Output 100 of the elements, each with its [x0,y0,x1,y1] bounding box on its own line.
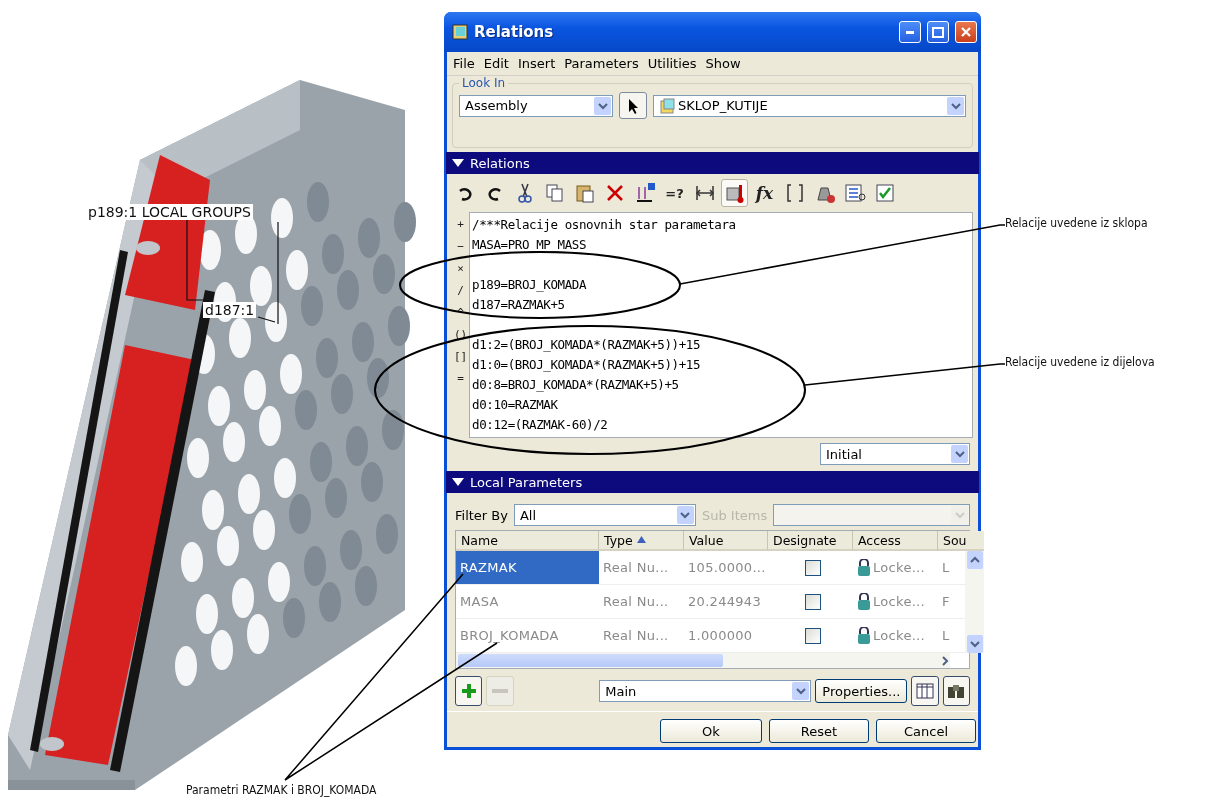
operator-button[interactable]: ^ [457,304,464,321]
menu-item[interactable]: Parameters [564,56,639,71]
close-icon [960,26,972,38]
column-header[interactable]: Name [456,531,599,551]
code-line: d1:2=(BROJ_KOMADA*(RAZMAK+5))+15 [472,336,701,354]
section-title: Relations [470,155,530,171]
access-text: Locke... [873,594,925,609]
chevron-icon [969,556,980,564]
properties-button[interactable]: Properties... [815,679,908,703]
dimension-label: p189:1 LOCAL GROUPS [86,204,253,220]
chevron-icon [680,511,691,519]
code-line: d187=RAZMAK+5 [472,296,565,314]
lock-icon [857,593,871,610]
column-header[interactable]: Type [599,531,684,551]
section-title: Local Parameters [470,474,583,490]
relations-editor[interactable] [469,212,973,438]
operator-button[interactable]: = [457,370,464,387]
filter-dropdown[interactable]: All [513,504,696,526]
plus-icon [460,683,477,699]
add-button[interactable] [455,676,483,706]
maximize-icon [932,26,944,38]
access-text: Locke... [873,628,925,643]
operator-button[interactable]: + [457,216,464,233]
sort-ascending-icon [636,536,646,544]
chevron-icon [941,655,949,666]
chevron-icon [950,101,961,110]
column-header[interactable]: Access [853,531,938,551]
menu-item[interactable]: Edit [483,56,509,71]
code-line: MASA=PRO_MP_MASS [472,236,586,254]
annotation-text: Parametri RAZMAK i BROJ_KOMADA [186,783,377,797]
horizontal-scrollbar[interactable] [456,653,950,668]
table-cell[interactable]: RAZMAK [456,551,599,585]
operator-button[interactable]: [] [453,348,468,365]
code-line: p189=BROJ_KOMADA [472,276,586,294]
access-text: Locke... [873,560,925,575]
section-header[interactable]: Local Parameters [446,471,979,493]
window-title: Relations [474,23,555,41]
copy-icon [543,182,566,204]
menu-item[interactable]: File [453,56,475,71]
dialog-button[interactable]: Ok [660,719,762,743]
column-header[interactable]: Designate [768,531,853,551]
cursor-arrow-icon [627,97,639,114]
close-button[interactable] [955,21,977,43]
collapse-triangle-icon[interactable] [452,159,464,167]
menu-item[interactable]: Utilities [647,56,697,71]
column-header[interactable]: Sou [938,531,984,551]
chevron-icon [954,450,965,458]
designate-checkbox[interactable] [804,559,821,576]
section-header[interactable]: Relations [446,152,979,174]
minus-icon [491,689,508,693]
toolbar-button[interactable]: fx [751,179,778,207]
clipboard-icon [573,182,596,204]
mode-dropdown[interactable]: Initial [820,443,970,465]
operator-button[interactable]: − [457,238,464,255]
code-line: d0:8=BROJ_KOMADA*(RAZMAK+5)+5 [472,376,679,394]
group-label: Look In [461,76,507,90]
dialog-button[interactable]: Cancel [876,719,976,743]
sub-items-dropdown[interactable] [773,504,970,526]
dimension-label: d187:1 [203,302,257,318]
code-line: d0:10=RAZMAK [472,396,558,414]
vertical-scrollbar[interactable] [965,551,984,653]
set-dropdown[interactable]: Main [599,680,812,702]
binoculars-icon [947,683,966,699]
operator-button[interactable]: / [457,282,464,299]
type-dropdown[interactable]: Assembly [459,94,613,117]
assembly-icon [659,97,675,114]
filter-label: Filter By [455,507,508,523]
chevron-icon [969,640,980,648]
select-arrow-button[interactable] [619,92,647,119]
app-icon [452,24,468,40]
code-line: d0:12=(RAZMAK-60)/2 [472,416,608,434]
lock-icon [857,559,871,576]
menu-item[interactable]: Show [705,56,741,71]
column-header[interactable]: Value [684,531,768,551]
menu-item[interactable]: Insert [517,56,556,71]
list-icon [843,182,866,204]
annotation-text: Relacije uvedene iz dijelova [1005,355,1155,369]
dialog-button[interactable]: Reset [769,719,869,743]
columns-button[interactable] [911,676,939,706]
units-button[interactable] [721,179,748,207]
chevron-icon [597,101,608,110]
designate-checkbox[interactable] [804,593,821,610]
table-columns-icon [916,683,935,699]
toolbar-button[interactable]: =? [661,179,688,207]
annotation-text: Relacije uvedene iz sklopa [1005,216,1148,230]
units-icon [723,182,746,204]
collapse-triangle-icon[interactable] [452,478,464,486]
lock-icon [857,627,871,644]
code-line: /***Relacije osnovnih star parametara [472,216,736,234]
chevron-icon [954,511,965,519]
search-button[interactable] [942,676,970,706]
model-dropdown[interactable]: SKLOP_KUTIJE [653,94,966,117]
minimize-icon [906,30,914,34]
designate-checkbox[interactable] [804,627,821,644]
maximize-button[interactable] [927,21,949,43]
verify-checkbox-icon [873,182,896,204]
code-line: d1:0=(BROJ_KOMADA*(RAZMAK+5))+15 [472,356,701,374]
operator-button[interactable]: × [457,260,464,277]
minimize-button[interactable] [899,21,921,43]
chevron-icon [795,687,806,695]
